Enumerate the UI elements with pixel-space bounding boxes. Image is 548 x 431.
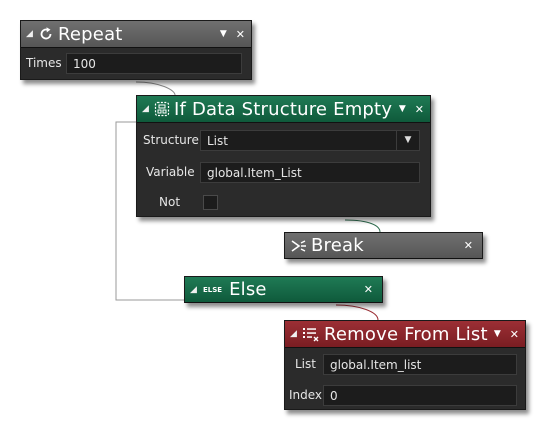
block-title: If Data Structure Empty [174,98,393,120]
break-block[interactable]: Break ✕ [284,232,483,259]
repeat-header[interactable]: ◢ Repeat ▼ ✕ [21,21,251,48]
data-structure-icon [154,101,170,117]
structure-value: List [207,133,228,148]
break-header[interactable]: Break ✕ [285,233,482,259]
dropdown-arrow-icon[interactable]: ▼ [396,130,419,150]
list-input[interactable]: global.Item_list [323,353,517,375]
block-title: Break [311,235,364,256]
else-header[interactable]: ◢ ELSE Else ✕ [185,277,382,303]
not-checkbox[interactable] [203,195,218,210]
collapse-icon[interactable]: ◢ [26,29,36,39]
break-icon [290,238,308,254]
close-icon[interactable]: ✕ [364,283,373,296]
wire-repeat-to-if [135,81,176,96]
structure-select[interactable]: List ▼ [200,129,420,151]
repeat-block[interactable]: ◢ Repeat ▼ ✕ Times 100 [20,20,252,80]
remove-header[interactable]: ◢ Remove From List ▼ ✕ [285,321,525,348]
remove-from-list-block[interactable]: ◢ Remove From List ▼ ✕ List global.Item_… [284,320,526,410]
close-icon[interactable]: ✕ [236,28,245,41]
wire-else-to-remove [335,304,379,321]
block-title: Repeat [58,23,123,45]
not-label: Not [159,195,181,209]
variable-label: Variable [146,165,195,179]
menu-arrow-icon[interactable]: ▼ [494,329,501,339]
if-data-structure-empty-block[interactable]: ◢ If Data Structure Empty ▼ ✕ Structure … [136,95,431,217]
menu-arrow-icon[interactable]: ▼ [220,29,227,39]
list-label: List [295,357,316,371]
block-title: Remove From List [324,323,488,345]
structure-label: Structure [143,133,199,147]
index-label: Index [289,388,323,402]
else-block[interactable]: ◢ ELSE Else ✕ [184,276,383,303]
index-input[interactable]: 0 [323,384,517,406]
else-badge: ELSE [203,285,223,294]
close-icon[interactable]: ✕ [510,328,519,341]
collapse-icon[interactable]: ◢ [290,329,300,339]
block-title: Else [229,279,267,300]
variable-input[interactable]: global.Item_List [200,161,420,183]
collapse-icon[interactable]: ◢ [190,285,200,295]
collapse-icon[interactable]: ◢ [142,104,152,114]
list-remove-icon [302,326,320,342]
close-icon[interactable]: ✕ [464,239,473,252]
close-icon[interactable]: ✕ [415,103,424,116]
times-label: Times [26,56,62,70]
loop-arrow-icon [38,26,54,42]
wire-if-to-break [344,219,381,233]
menu-arrow-icon[interactable]: ▼ [399,104,406,114]
times-input[interactable]: 100 [66,52,242,74]
if-empty-header[interactable]: ◢ If Data Structure Empty ▼ ✕ [137,96,430,123]
